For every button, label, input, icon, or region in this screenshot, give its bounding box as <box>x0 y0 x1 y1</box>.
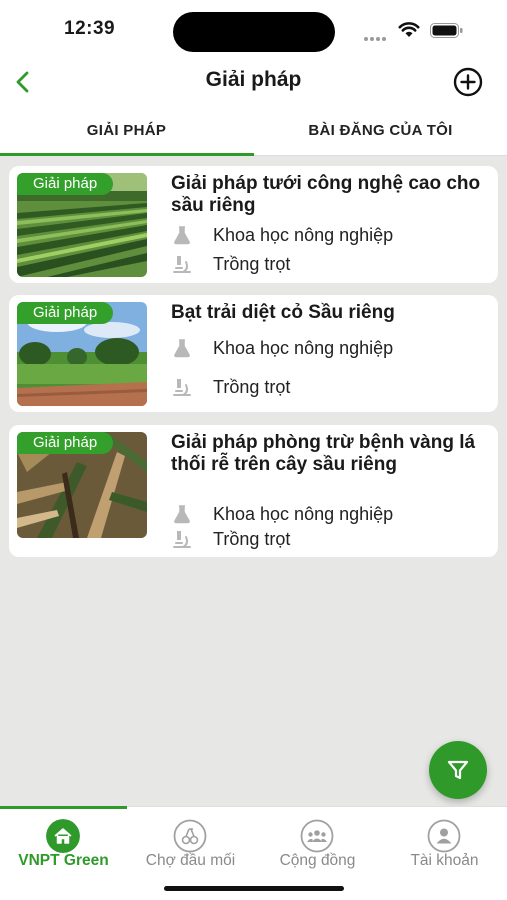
flask-icon <box>174 226 190 245</box>
bottom-nav-market[interactable]: Chợ đầu mối <box>127 807 254 877</box>
status-bar: 12:39 <box>0 0 507 60</box>
bottom-nav-label: Cộng đồng <box>279 852 356 869</box>
battery-icon <box>430 23 463 38</box>
bottom-nav-label: Chợ đầu mối <box>145 852 236 869</box>
card-badge: Giải pháp <box>17 302 114 324</box>
bottom-nav-label: VNPT Green <box>18 852 109 869</box>
solution-card[interactable]: Giải pháp Giải pháp phòng trừ bệnh vàng … <box>9 425 498 557</box>
page-title: Giải pháp <box>205 68 302 91</box>
card-badge: Giải pháp <box>17 432 114 454</box>
tab-solutions[interactable]: GIẢI PHÁP <box>0 104 253 156</box>
bottom-nav-account[interactable]: Tài khoản <box>381 807 507 877</box>
card-category-row: Trồng trọt <box>171 528 290 550</box>
card-title: Giải pháp tưới công nghệ cao cho sầu riê… <box>171 173 481 216</box>
filter-button[interactable] <box>429 741 487 799</box>
wifi-icon <box>398 22 420 37</box>
tab-active-indicator <box>0 153 254 156</box>
card-category: Trồng trọt <box>213 528 291 549</box>
home-indicator <box>164 886 344 891</box>
card-field-row: Khoa học nông nghiệp <box>171 224 393 246</box>
signal-icon <box>364 28 390 41</box>
card-field: Khoa học nông nghiệp <box>213 503 394 524</box>
community-icon <box>300 819 334 853</box>
microscope-icon <box>173 531 191 548</box>
card-field: Khoa học nông nghiệp <box>213 224 394 245</box>
card-title: Giải pháp phòng trừ bệnh vàng lá thối rễ… <box>171 432 476 475</box>
nav-bar: Giải pháp <box>0 60 507 104</box>
tab-bar: GIẢI PHÁP BÀI ĐĂNG CỦA TÔI <box>0 104 507 156</box>
filter-icon <box>447 760 469 780</box>
account-icon <box>427 819 461 853</box>
card-title: Bạt trải diệt cỏ Sầu riêng <box>171 302 395 323</box>
card-category: Trồng trọt <box>213 376 291 397</box>
market-icon <box>173 819 207 853</box>
home-icon <box>46 819 80 853</box>
flask-icon <box>174 505 190 524</box>
flask-icon <box>174 339 190 358</box>
tab-my-posts[interactable]: BÀI ĐĂNG CỦA TÔI <box>254 104 507 156</box>
card-category: Trồng trọt <box>213 253 291 274</box>
card-badge: Giải pháp <box>17 173 114 195</box>
bottom-nav-community[interactable]: Cộng đồng <box>254 807 381 877</box>
bottom-nav-home[interactable]: VNPT Green <box>0 807 127 877</box>
card-category-row: Trồng trọt <box>171 253 290 275</box>
card-category-row: Trồng trọt <box>171 376 290 398</box>
card-field-row: Khoa học nông nghiệp <box>171 503 393 525</box>
add-circle-icon[interactable] <box>452 66 484 98</box>
solution-card[interactable]: Giải pháp Giải pháp tưới công nghệ cao c… <box>9 166 498 283</box>
microscope-icon <box>173 256 191 273</box>
bottom-nav-label: Tài khoản <box>410 852 479 869</box>
dynamic-island <box>173 12 335 52</box>
microscope-icon <box>173 379 191 396</box>
card-field-row: Khoa học nông nghiệp <box>171 337 393 359</box>
solution-card[interactable]: Giải pháp Bạt trải diệt cỏ Sầu riêng Kho… <box>9 295 498 412</box>
status-time: 12:39 <box>64 18 116 39</box>
card-field: Khoa học nông nghiệp <box>213 337 394 358</box>
